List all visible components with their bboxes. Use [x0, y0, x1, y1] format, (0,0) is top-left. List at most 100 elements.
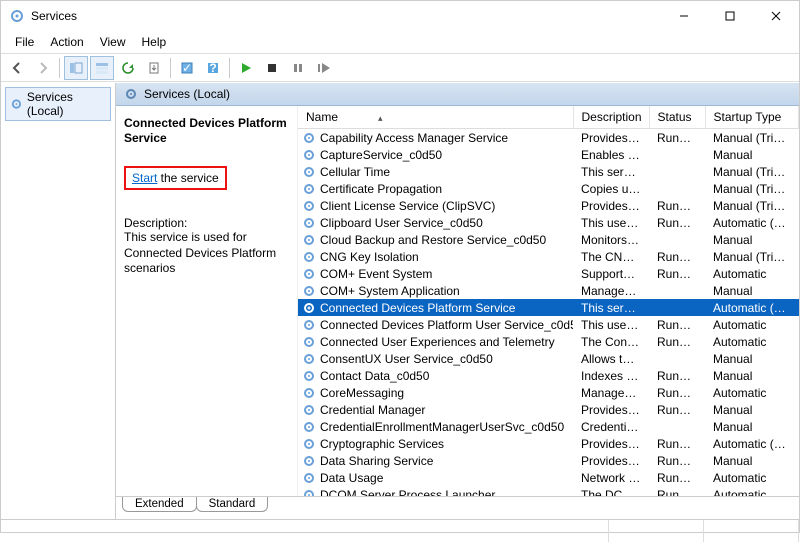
gear-icon: [302, 386, 316, 400]
table-row[interactable]: CNG Key IsolationThe CNG ke…RunningManua…: [298, 248, 799, 265]
table-row[interactable]: CredentialEnrollmentManagerUserSvc_c0d50…: [298, 418, 799, 435]
menu-help[interactable]: Help: [134, 33, 175, 51]
table-row[interactable]: Contact Data_c0d50Indexes con…RunningMan…: [298, 367, 799, 384]
gear-icon: [10, 97, 23, 111]
table-row[interactable]: Data Sharing ServiceProvides da…RunningM…: [298, 452, 799, 469]
table-row[interactable]: Clipboard User Service_c0d50This user se…: [298, 214, 799, 231]
service-name-text: Cryptographic Services: [320, 437, 444, 451]
service-name-cell: CNG Key Isolation: [298, 248, 573, 265]
maximize-button[interactable]: [707, 1, 753, 31]
column-status[interactable]: Status: [649, 106, 705, 129]
description-text: This service is used for Connected Devic…: [124, 230, 289, 277]
pause-service-button[interactable]: [286, 56, 310, 80]
service-name-cell: Client License Service (ClipSVC): [298, 197, 573, 214]
sort-indicator-icon: ▴: [378, 113, 383, 124]
table-row[interactable]: Connected User Experiences and Telemetry…: [298, 333, 799, 350]
start-service-button[interactable]: [234, 56, 258, 80]
table-row[interactable]: Cellular TimeThis service …Manual (Trig…: [298, 163, 799, 180]
service-name-cell: Cryptographic Services: [298, 435, 573, 452]
service-name-cell: Contact Data_c0d50: [298, 367, 573, 384]
table-row[interactable]: Client License Service (ClipSVC)Provides…: [298, 197, 799, 214]
export-button[interactable]: [142, 56, 166, 80]
details-button[interactable]: [90, 56, 114, 80]
column-name[interactable]: Name▴: [298, 106, 573, 129]
table-row[interactable]: CaptureService_c0d50Enables opti… Manual: [298, 146, 799, 163]
table-row[interactable]: Connected Devices Platform ServiceThis s…: [298, 299, 799, 316]
table-row[interactable]: COM+ System ApplicationManages th…Manual: [298, 282, 799, 299]
column-description[interactable]: Description: [573, 106, 649, 129]
service-name-text: Certificate Propagation: [320, 182, 442, 196]
table-row[interactable]: Certificate PropagationCopies user …Manu…: [298, 180, 799, 197]
selected-service-name: Connected Devices Platform Service: [124, 116, 289, 146]
column-startup[interactable]: Startup Type: [705, 106, 799, 129]
service-desc-cell: Enables opti…: [573, 146, 649, 163]
refresh-button[interactable]: [116, 56, 140, 80]
show-hide-tree-button[interactable]: [64, 56, 88, 80]
service-desc-cell: Manages co…: [573, 384, 649, 401]
back-button[interactable]: [5, 56, 29, 80]
forward-button[interactable]: [31, 56, 55, 80]
tree-item-label: Services (Local): [27, 90, 106, 118]
table-row[interactable]: Capability Access Manager ServiceProvide…: [298, 129, 799, 147]
service-name-text: Contact Data_c0d50: [320, 369, 429, 383]
table-row[interactable]: Credential ManagerProvides se…RunningMan…: [298, 401, 799, 418]
service-name-cell: COM+ Event System: [298, 265, 573, 282]
service-status-cell: [649, 350, 705, 367]
start-service-box: Start the service: [124, 166, 227, 190]
properties-button[interactable]: ✓: [175, 56, 199, 80]
service-startup-cell: Manual: [705, 146, 799, 163]
start-service-link[interactable]: Start: [132, 171, 157, 185]
table-row[interactable]: Connected Devices Platform User Service_…: [298, 316, 799, 333]
service-name-cell: Data Usage: [298, 469, 573, 486]
gear-icon: [302, 284, 316, 298]
service-desc-cell: This user ser…: [573, 316, 649, 333]
column-headers: Name▴ Description Status Startup Type: [298, 106, 799, 129]
status-cell: [704, 520, 799, 542]
service-desc-cell: Provides thr…: [573, 435, 649, 452]
service-name-cell: COM+ System Application: [298, 282, 573, 299]
menu-file[interactable]: File: [7, 33, 42, 51]
help-button[interactable]: ?: [201, 56, 225, 80]
status-cell: [1, 520, 609, 542]
table-row[interactable]: CoreMessagingManages co…RunningAutomatic: [298, 384, 799, 401]
menu-action[interactable]: Action: [42, 33, 91, 51]
stop-service-button[interactable]: [260, 56, 284, 80]
description-label: Description:: [124, 216, 289, 230]
table-row[interactable]: Cryptographic ServicesProvides thr…Runni…: [298, 435, 799, 452]
gear-icon: [302, 148, 316, 162]
services-list[interactable]: Name▴ Description Status Startup Type Ca…: [298, 106, 799, 496]
tab-extended[interactable]: Extended: [122, 497, 197, 512]
service-status-cell: Running: [649, 452, 705, 469]
toolbar-separator: [59, 58, 60, 78]
service-desc-cell: This service …: [573, 299, 649, 316]
table-row[interactable]: Data UsageNetwork da…RunningAutomatic: [298, 469, 799, 486]
restart-service-button[interactable]: [312, 56, 336, 80]
service-name-text: Cloud Backup and Restore Service_c0d50: [320, 233, 546, 247]
tree-item-services-local[interactable]: Services (Local): [5, 87, 111, 121]
service-name-cell: Connected User Experiences and Telemetry: [298, 333, 573, 350]
gear-icon: [302, 233, 316, 247]
service-startup-cell: Manual: [705, 367, 799, 384]
service-startup-cell: Manual (Trig…: [705, 163, 799, 180]
service-startup-cell: Automatic: [705, 265, 799, 282]
pane-header-title: Services (Local): [144, 87, 230, 101]
table-row[interactable]: DCOM Server Process LauncherThe DCOMIRun…: [298, 486, 799, 496]
table-row[interactable]: ConsentUX User Service_c0d50Allows the s…: [298, 350, 799, 367]
service-name-text: CNG Key Isolation: [320, 250, 419, 264]
service-desc-cell: Provides inf…: [573, 197, 649, 214]
service-name-cell: DCOM Server Process Launcher: [298, 486, 573, 496]
minimize-button[interactable]: [661, 1, 707, 31]
service-name-cell: CaptureService_c0d50: [298, 146, 573, 163]
close-button[interactable]: [753, 1, 799, 31]
menu-view[interactable]: View: [92, 33, 134, 51]
service-startup-cell: Automatic: [705, 316, 799, 333]
table-row[interactable]: COM+ Event SystemSupports Sy…RunningAuto…: [298, 265, 799, 282]
service-name-text: Data Usage: [320, 471, 383, 485]
gear-icon: [302, 267, 316, 281]
table-row[interactable]: Cloud Backup and Restore Service_c0d50Mo…: [298, 231, 799, 248]
tab-standard[interactable]: Standard: [196, 497, 269, 512]
services-app-icon: [9, 8, 25, 24]
gear-icon: [302, 437, 316, 451]
service-status-cell: Running: [649, 265, 705, 282]
gear-icon: [302, 369, 316, 383]
